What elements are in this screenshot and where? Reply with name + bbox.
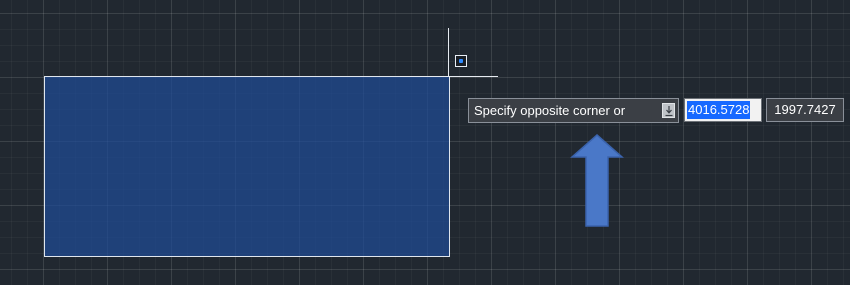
selection-window <box>44 76 450 257</box>
cursor-pickbox-icon <box>455 55 467 67</box>
y-coordinate-input[interactable]: 1997.7427 <box>766 98 844 122</box>
up-arrow-icon <box>570 134 624 227</box>
crosshair-vertical-line <box>448 28 449 76</box>
prompt-text: Specify opposite corner or <box>474 103 626 118</box>
down-arrow-icon <box>665 106 673 117</box>
y-coordinate-value: 1997.7427 <box>774 102 836 117</box>
dynamic-input-prompt: Specify opposite corner or <box>468 98 679 123</box>
crosshair-horizontal-line <box>400 76 498 77</box>
prompt-options-button[interactable] <box>662 103 675 118</box>
pickbox-dot <box>459 59 463 63</box>
x-coordinate-input[interactable]: 4016.5728 <box>684 98 762 122</box>
x-coordinate-value: 4016.5728 <box>687 101 751 119</box>
